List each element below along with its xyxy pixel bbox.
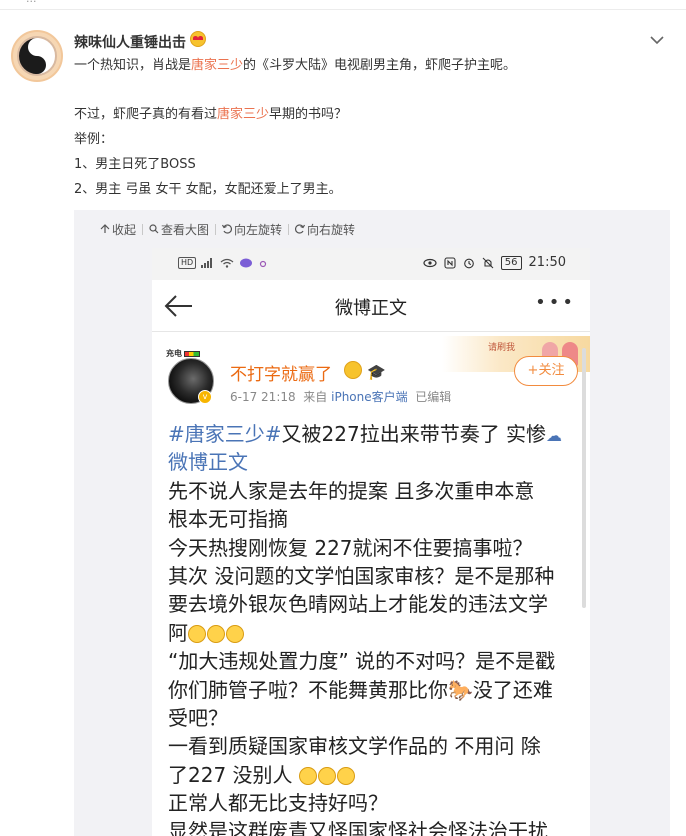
scrollbar[interactable] (582, 348, 586, 608)
view-large-label: 查看大图 (161, 222, 210, 237)
author-name[interactable]: 辣味仙人重锤出击 (74, 32, 186, 52)
collapse-icon (100, 224, 110, 233)
post-text-line-3: 举例： (74, 132, 114, 147)
banner-text: 请刷我 (488, 343, 516, 353)
post-text-line-2: 不过，虾爬子真的有看过唐家三少早期的书吗？ (74, 106, 347, 124)
post-text-line-4: 1、男主日死了BOSS (74, 157, 196, 172)
view-large-button[interactable]: 查看大图 (143, 221, 215, 238)
image-viewer: 收起 查看大图 向左旋转 向右旋转 HD 56 21:50 微博正文 ••• 请… (74, 210, 670, 836)
post-time: 6-17 21:18 (230, 390, 296, 404)
hashtag-link[interactable]: #唐家三少# (168, 422, 282, 446)
post-text-line-5: 2、男主 弓虽 女干 女配，女配还爱上了男主。 (74, 182, 342, 197)
post-line: 根本无可指摘 (168, 507, 288, 532)
rotate-right-icon (295, 224, 306, 234)
rotate-left-icon (222, 224, 233, 234)
search-icon (149, 224, 159, 234)
verified-badge-icon: v (198, 390, 212, 404)
chevron-down-icon[interactable] (650, 30, 670, 50)
alarm-icon (463, 258, 474, 268)
heart-eyes-emoji-icon (190, 31, 206, 47)
grin-emoji-icon (344, 361, 362, 379)
grin-emoji-icon (336, 766, 355, 785)
text-segment: 一个热知识，肖战是 (74, 58, 192, 73)
app-notification-icon (240, 258, 253, 268)
eye-icon (423, 258, 437, 267)
rotate-right-button[interactable]: 向右旋转 (289, 221, 361, 238)
image-toolbar: 收起 查看大图 向左旋转 向右旋转 (94, 220, 361, 238)
battery-indicator: 56 (500, 255, 522, 270)
more-icon[interactable]: ••• (535, 292, 576, 313)
topic-link[interactable]: 唐家三少 (191, 58, 243, 73)
text-segment: 了227 没别人 (168, 762, 299, 787)
post-source[interactable]: iPhone客户端 (331, 390, 408, 404)
poster-name[interactable]: 不打字就赢了 (230, 360, 332, 385)
text-segment: 的《斗罗大陆》电视剧男主角，虾爬子护主呢。 (243, 58, 517, 73)
post-line: 一看到质疑国家审核文学作品的 不用问 除 (168, 734, 541, 759)
post-text-line-1: 一个热知识，肖战是唐家三少的《斗罗大陆》电视剧男主角，虾爬子护主呢。 (74, 57, 516, 75)
rotate-right-label: 向右旋转 (307, 222, 356, 237)
rotate-left-label: 向左旋转 (234, 222, 283, 237)
post-line: 受吧？ (168, 705, 228, 730)
grin-emoji-icon (317, 766, 336, 785)
post-line: 今天热搜刚恢复 227就闲不住要搞事啦？ (168, 535, 533, 560)
post-line: “加大违规处置力度” 说的不对吗？是不是戳 (168, 649, 556, 674)
grin-emoji-icon (226, 624, 244, 643)
mute-icon (482, 257, 494, 268)
post-line: 微博正文 (168, 448, 576, 476)
collapse-button[interactable]: 收起 (94, 221, 142, 238)
full-text-link[interactable]: 微博正文 (168, 450, 248, 474)
nfc-icon (444, 256, 456, 269)
weibo-post-body: #唐家三少#又被227拉出来带节奏了 实惨☁ 微博正文 先不说人家是去年的提案 … (168, 420, 576, 836)
post-line: 你们肺管子啦？不能舞黄那比你🐎没了还难 (168, 676, 576, 704)
notification-dot-icon (260, 260, 267, 268)
edited-label: 已编辑 (415, 390, 452, 404)
phone-nav-bar: 微博正文 ••• (152, 280, 590, 332)
post-line: 显然是这群废青又怪国家怪社会怪法治干扰 (168, 819, 548, 836)
page: { "top_strip": { "label": " ..." }, "pos… (0, 0, 686, 836)
hd-indicator: HD (178, 257, 197, 269)
topic-link[interactable]: 唐家三少 (217, 107, 269, 122)
post-line: #唐家三少#又被227拉出来带节奏了 实惨☁ (168, 420, 576, 448)
author-avatar[interactable] (11, 30, 63, 82)
graduation-cap-icon: 🎓 (367, 363, 386, 381)
top-strip: ... (0, 0, 686, 10)
follow-button[interactable]: +关注 (514, 356, 578, 386)
post-line: 要去境外银灰色晴网站上才能发的违法文学 (168, 592, 548, 617)
wifi-icon (220, 258, 234, 268)
post-line: 其次 没问题的文学怕国家审核？是不是那种 (168, 563, 555, 588)
grin-emoji-icon (188, 624, 206, 643)
text-segment: 你们肺管子啦？不能舞黄那比你 (168, 677, 448, 702)
text-segment: 阿 (168, 620, 188, 645)
charging-label: 充电 (166, 349, 182, 358)
rotate-left-button[interactable]: 向左旋转 (216, 221, 288, 238)
post-line: 正常人都无比支持好吗？ (168, 791, 388, 816)
signal-icon (201, 258, 213, 268)
horse-icon: 🐎 (448, 677, 473, 702)
grin-emoji-icon (298, 766, 317, 785)
poster-meta: 6-17 21:18 来自 iPhone客户端 已编辑 (230, 388, 451, 405)
text-segment: 早期的书吗？ (269, 107, 348, 122)
post-line: 阿 (168, 619, 576, 647)
cloud-icon: ☁ (546, 426, 563, 445)
from-label: 来自 (303, 390, 328, 404)
phone-status-bar: HD 56 21:50 (152, 248, 590, 280)
phone-nav-title: 微博正文 (335, 298, 407, 319)
text-segment: 又被227拉出来带节奏了 实惨 (281, 422, 547, 446)
text-segment: 不过，虾爬子真的有看过 (74, 107, 218, 122)
top-strip-label: ... (26, 0, 37, 5)
collapse-label: 收起 (112, 222, 137, 237)
post-line: 了227 没别人 (168, 761, 576, 789)
grin-emoji-icon (207, 624, 225, 643)
screenshot-image[interactable]: HD 56 21:50 微博正文 ••• 请刷我 充电 v 不打字就赢了 🎓 6… (152, 248, 590, 836)
text-segment: 没了还难 (472, 677, 553, 702)
status-time: 21:50 (528, 255, 566, 270)
post-line: 先不说人家是去年的提案 且多次重申本意 (168, 478, 535, 503)
